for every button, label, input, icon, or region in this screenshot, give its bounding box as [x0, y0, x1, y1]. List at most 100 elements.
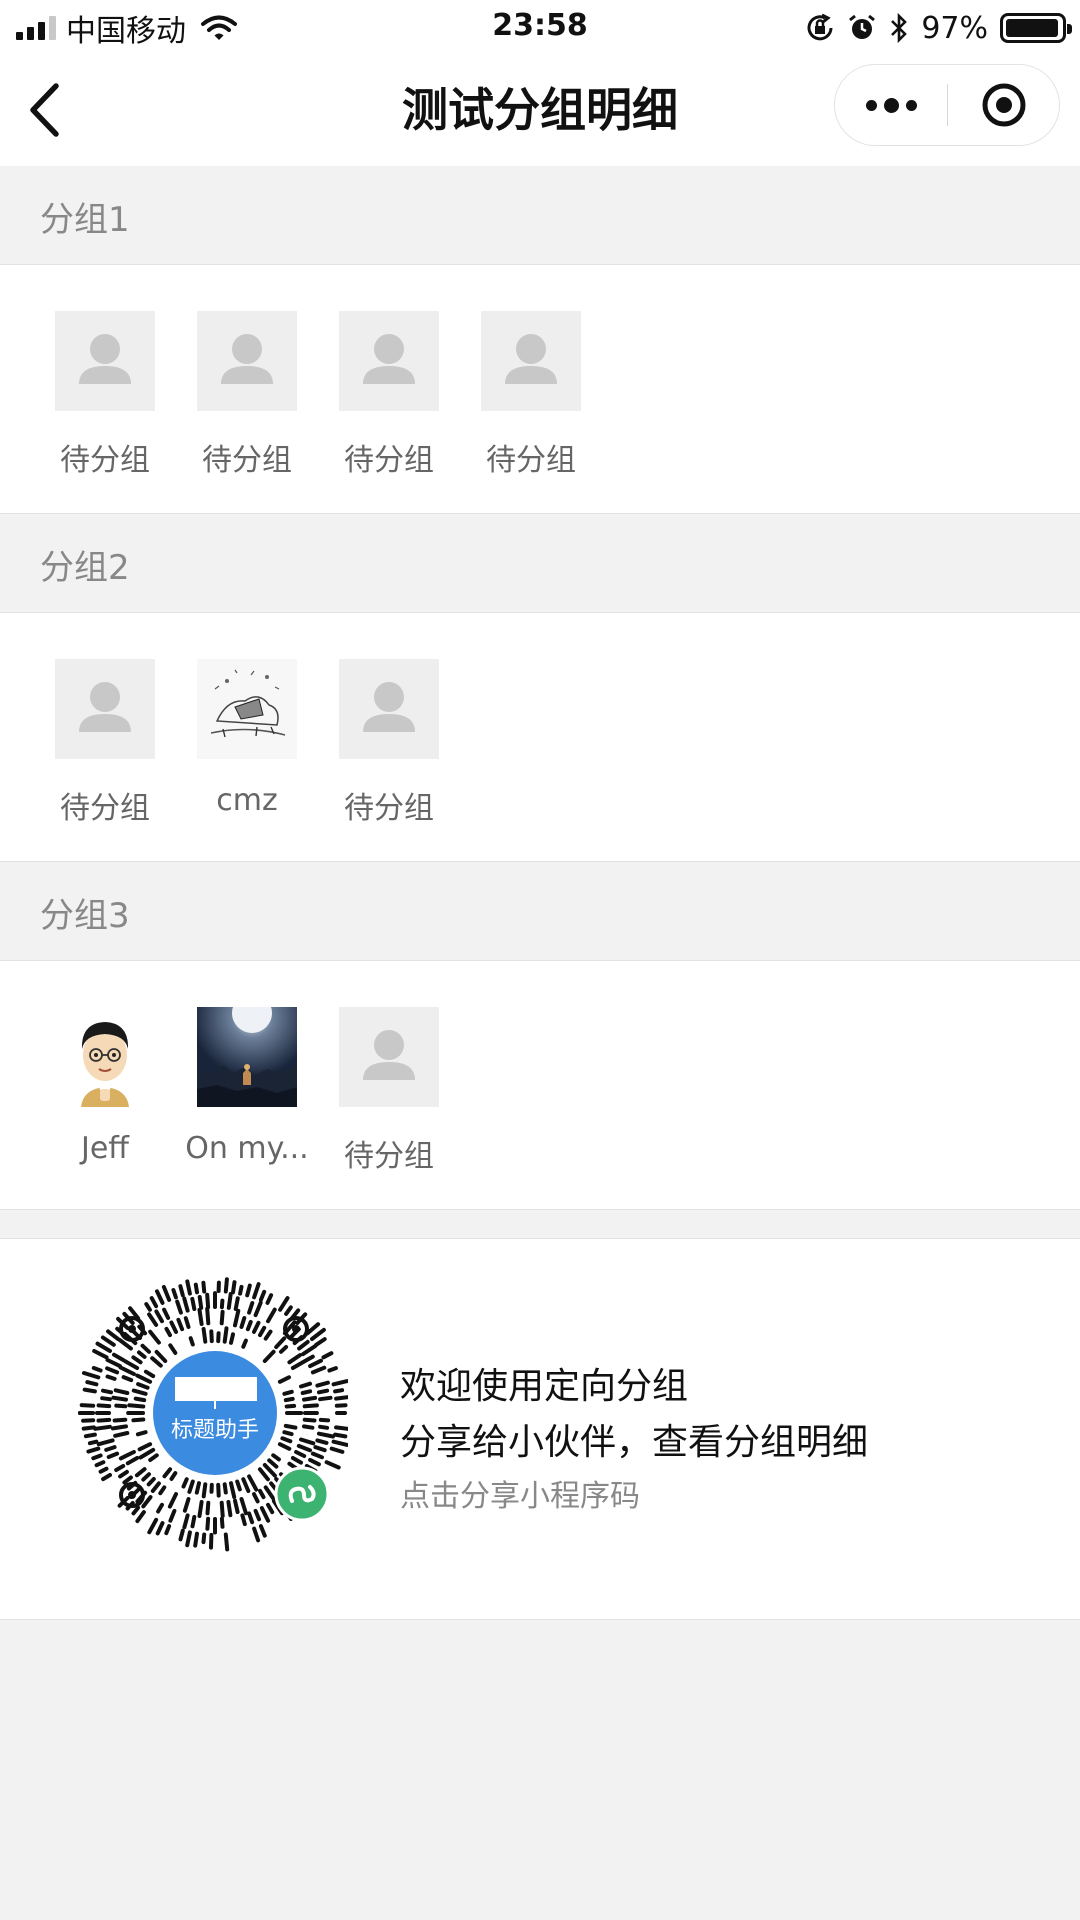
code-tick	[106, 1329, 120, 1341]
code-tick	[267, 1458, 279, 1469]
code-tick	[318, 1395, 333, 1402]
default-avatar-icon	[339, 311, 439, 411]
code-tick	[96, 1438, 115, 1447]
code-tick	[223, 1277, 229, 1294]
code-tick	[222, 1482, 228, 1495]
code-tick	[91, 1366, 103, 1373]
code-tick	[201, 1280, 207, 1294]
code-tick	[81, 1425, 96, 1431]
code-tick	[247, 1511, 255, 1525]
code-tick	[271, 1453, 281, 1462]
code-tick	[333, 1432, 348, 1439]
member-item[interactable]: Jeff	[34, 1007, 176, 1177]
code-tick	[110, 1424, 128, 1431]
code-tick	[137, 1350, 147, 1359]
code-tick	[82, 1387, 97, 1394]
code-tick	[118, 1469, 129, 1479]
member-item[interactable]: cmz	[176, 659, 318, 829]
code-tick	[96, 1417, 112, 1423]
more-button[interactable]	[835, 64, 947, 146]
code-tick	[113, 1431, 130, 1438]
mini-program-code[interactable]: 标题助手	[77, 1277, 352, 1557]
code-tick	[241, 1338, 248, 1349]
code-tick	[79, 1403, 96, 1408]
member-item[interactable]: 待分组	[318, 1007, 460, 1177]
code-tick	[122, 1475, 133, 1485]
orientation-lock-icon	[807, 13, 833, 41]
code-tick	[131, 1505, 141, 1516]
mini-program-code-graphic: 标题助手	[77, 1277, 352, 1552]
code-tick	[252, 1282, 261, 1300]
member-item[interactable]: 待分组	[34, 311, 176, 481]
code-tick	[259, 1506, 271, 1523]
code-tick	[280, 1436, 293, 1444]
code-tick	[104, 1445, 117, 1452]
member-name: 待分组	[344, 791, 434, 826]
code-tick	[105, 1374, 117, 1381]
code-tick	[233, 1296, 240, 1311]
code-tick	[190, 1296, 197, 1311]
code-tick	[136, 1382, 150, 1390]
member-item[interactable]: 待分组	[34, 659, 176, 829]
code-tick	[294, 1450, 307, 1458]
share-description: 分享给小伙伴，查看分组明细	[400, 1422, 869, 1463]
code-tick	[131, 1355, 143, 1365]
code-tick	[333, 1388, 345, 1394]
night-moon-avatar	[197, 1007, 297, 1107]
target-circle-icon	[982, 83, 1025, 127]
code-tick	[310, 1451, 324, 1460]
code-tick	[150, 1481, 161, 1493]
member-name: 待分组	[202, 443, 292, 478]
code-tick	[125, 1456, 140, 1466]
group-title: 分组1	[40, 200, 130, 240]
member-item[interactable]: 待分组	[176, 311, 318, 481]
member-name: On my...	[185, 1131, 309, 1166]
code-tick	[83, 1432, 97, 1439]
code-tick	[239, 1497, 248, 1516]
code-tick	[265, 1293, 274, 1305]
code-tick	[85, 1380, 99, 1387]
code-tick	[278, 1296, 290, 1312]
code-tick	[188, 1336, 195, 1347]
group-members: 待分组 cmz 待分组	[0, 612, 1080, 862]
code-tick	[178, 1528, 185, 1542]
code-tick	[112, 1417, 128, 1423]
code-tick	[313, 1445, 327, 1453]
code-tick	[305, 1322, 321, 1336]
close-mini-program-button[interactable]	[948, 64, 1059, 146]
code-tick	[308, 1457, 321, 1467]
code-tick	[282, 1389, 294, 1396]
code-tick	[329, 1446, 345, 1454]
code-tick	[149, 1296, 159, 1309]
code-tick	[284, 1403, 297, 1409]
code-tick	[240, 1513, 247, 1527]
code-tick	[290, 1456, 303, 1465]
code-tick	[143, 1369, 156, 1379]
status-bar: 中国移动 23:58 97%	[0, 0, 1080, 54]
code-tick	[334, 1395, 351, 1401]
more-dot-icon	[905, 99, 917, 111]
code-tick	[205, 1516, 211, 1531]
code-tick	[233, 1498, 240, 1514]
code-tick	[140, 1343, 151, 1354]
member-item[interactable]: On my...	[176, 1007, 318, 1177]
code-tick	[231, 1280, 237, 1295]
code-tick	[301, 1344, 318, 1357]
code-tick	[131, 1388, 148, 1396]
code-tick	[92, 1349, 109, 1360]
code-tick	[187, 1479, 195, 1494]
code-tick	[164, 1524, 172, 1536]
default-avatar-icon	[481, 311, 581, 411]
member-item[interactable]: 待分组	[460, 311, 602, 481]
code-tick	[290, 1358, 308, 1370]
code-tick	[308, 1358, 323, 1369]
member-item[interactable]: 待分组	[318, 659, 460, 829]
member-item[interactable]: 待分组	[318, 311, 460, 481]
sketch-photo-avatar	[197, 659, 297, 759]
code-tick	[219, 1298, 225, 1310]
code-tick	[86, 1446, 101, 1454]
default-avatar-icon	[339, 1007, 439, 1107]
code-tick	[318, 1417, 331, 1423]
code-tick	[185, 1530, 192, 1548]
code-tick	[262, 1349, 276, 1363]
